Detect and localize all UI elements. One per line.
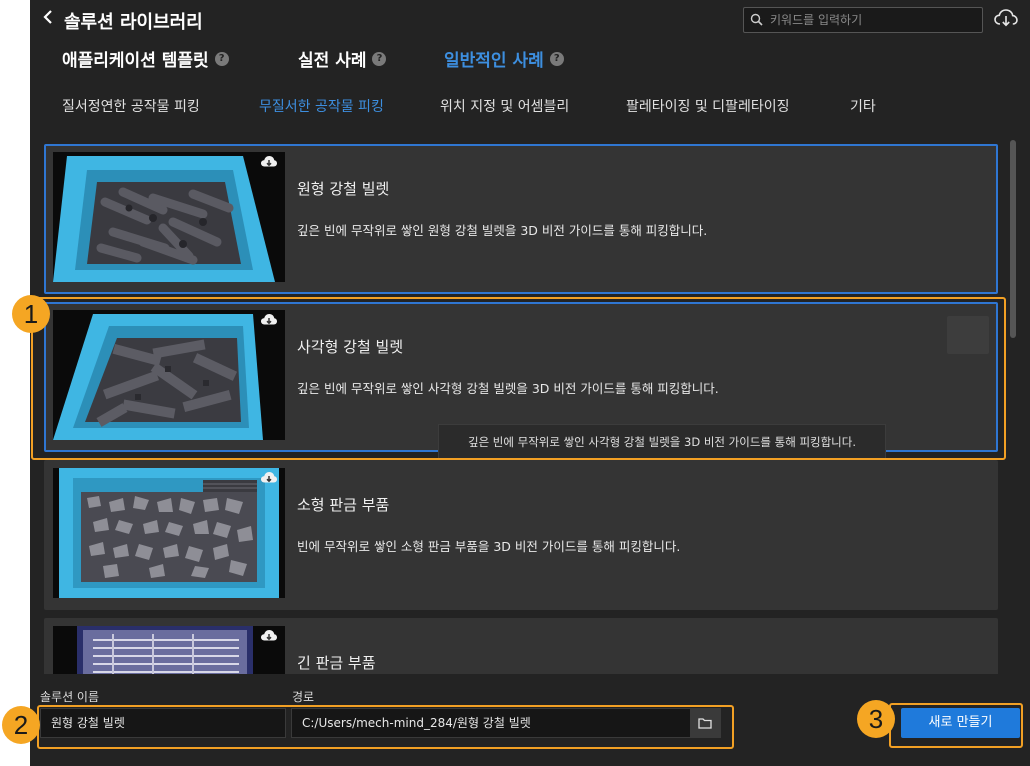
help-icon[interactable]: ? bbox=[372, 51, 387, 66]
solution-title: 소형 판금 부품 bbox=[297, 496, 390, 514]
solution-name-label: 솔루션 이름 bbox=[40, 690, 100, 704]
solution-card[interactable]: 원형 강철 빌렛 깊은 빈에 무작위로 쌓인 원형 강철 빌렛을 3D 비전 가… bbox=[44, 144, 998, 294]
solution-title: 긴 판금 부품 bbox=[297, 654, 376, 672]
tab-label: 일반적인 사례 bbox=[444, 51, 544, 71]
subtab-ordered-picking[interactable]: 질서정연한 공작물 피킹 bbox=[62, 96, 200, 116]
solution-description: 깊은 빈에 무작위로 쌓인 원형 강철 빌렛을 3D 비전 가이드를 통해 피킹… bbox=[297, 223, 708, 238]
top-bar: 솔루션 라이브러리 bbox=[30, 0, 1030, 40]
subtab-palletizing[interactable]: 팔레타이징 및 디팔레타이징 bbox=[626, 96, 789, 116]
annotation-box-3 bbox=[889, 703, 1023, 748]
search-box[interactable] bbox=[743, 7, 983, 33]
annotation-number-3: 3 bbox=[857, 700, 895, 738]
tab-application-templates[interactable]: 애플리케이션 템플릿 ? bbox=[62, 46, 229, 71]
solution-description: 빈에 무작위로 쌓인 소형 판금 부품을 3D 비전 가이드를 통해 피킹합니다… bbox=[297, 539, 681, 554]
solution-thumbnail bbox=[53, 468, 285, 598]
solution-card[interactable]: 긴 판금 부품 bbox=[44, 618, 998, 674]
download-icon[interactable] bbox=[260, 154, 278, 170]
annotation-box-2 bbox=[37, 705, 734, 749]
tab-label: 애플리케이션 템플릿 bbox=[62, 51, 209, 71]
solution-thumbnail bbox=[53, 626, 285, 674]
download-icon[interactable] bbox=[260, 470, 278, 486]
path-label: 경로 bbox=[292, 690, 315, 704]
cloud-download-icon[interactable] bbox=[994, 8, 1018, 30]
annotation-number-1: 1 bbox=[12, 295, 50, 333]
subtab-other[interactable]: 기타 bbox=[850, 96, 876, 116]
subtab-random-picking[interactable]: 무질서한 공작물 피킹 bbox=[259, 96, 384, 116]
main-tabs: 애플리케이션 템플릿 ? 실전 사례 ? 일반적인 사례 ? bbox=[30, 46, 1030, 80]
help-icon[interactable]: ? bbox=[214, 51, 229, 66]
list-scrollbar[interactable] bbox=[1010, 140, 1016, 338]
solution-title: 원형 강철 빌렛 bbox=[297, 180, 390, 198]
help-icon[interactable]: ? bbox=[549, 51, 564, 66]
search-icon bbox=[750, 13, 763, 26]
annotation-number-2: 2 bbox=[2, 706, 40, 744]
tab-typical-cases[interactable]: 일반적인 사례 ? bbox=[444, 46, 564, 71]
page-title: 솔루션 라이브러리 bbox=[64, 12, 203, 33]
download-icon[interactable] bbox=[260, 628, 278, 644]
tab-practical-cases[interactable]: 실전 사례 ? bbox=[298, 46, 387, 71]
back-arrow-icon[interactable] bbox=[38, 8, 58, 30]
search-input[interactable] bbox=[768, 10, 977, 30]
sub-tabs: 질서정연한 공작물 피킹 무질서한 공작물 피킹 위치 지정 및 어셈블리 팔레… bbox=[30, 96, 1030, 122]
annotation-box-1 bbox=[31, 297, 1006, 460]
tab-label: 실전 사례 bbox=[298, 51, 367, 71]
subtab-positioning-assembly[interactable]: 위치 지정 및 어셈블리 bbox=[440, 96, 569, 116]
solution-card[interactable]: 소형 판금 부품 빈에 무작위로 쌓인 소형 판금 부품을 3D 비전 가이드를… bbox=[44, 460, 998, 610]
solution-thumbnail bbox=[53, 152, 285, 282]
